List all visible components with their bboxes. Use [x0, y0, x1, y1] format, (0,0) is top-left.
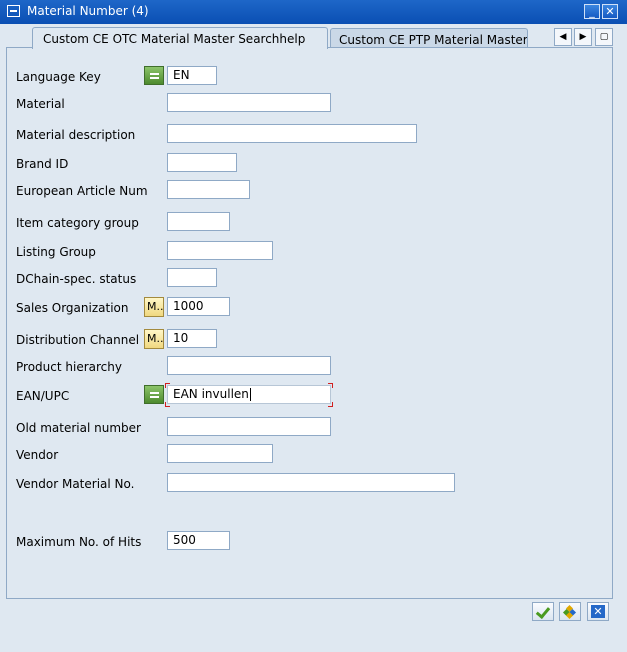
execute-button[interactable] [532, 602, 554, 621]
tab-otc-material-master[interactable]: Custom CE OTC Material Master Searchhelp [32, 27, 328, 49]
multiple-selection-icon [562, 604, 577, 620]
equals-option-button-ean[interactable] [144, 385, 164, 404]
tab-scroll-left-button[interactable]: ◀ [554, 28, 572, 46]
brand-id-input[interactable] [167, 153, 237, 172]
item-category-group-label: Item category group [16, 216, 139, 230]
listing-group-label: Listing Group [16, 245, 96, 259]
close-button[interactable]: ✕ [602, 4, 618, 19]
checkmark-icon [535, 603, 551, 620]
distribution-channel-label: Distribution Channel [16, 333, 140, 347]
material-description-label: Material description [16, 128, 136, 142]
dialog-window: Custom CE OTC Material Master Searchhelp… [0, 24, 627, 652]
ean-upc-label: EAN/UPC [16, 389, 70, 403]
multiple-selection-button[interactable] [559, 602, 581, 621]
ean-upc-input[interactable]: EAN invullen [167, 385, 331, 404]
product-hierarchy-input[interactable] [167, 356, 331, 375]
dchain-status-label: DChain-spec. status [16, 272, 137, 286]
focus-corner-bl [165, 402, 170, 407]
brand-id-label: Brand ID [16, 157, 69, 171]
max-hits-input[interactable]: 500 [167, 531, 230, 550]
material-description-input[interactable] [167, 124, 417, 143]
old-material-number-input[interactable] [167, 417, 331, 436]
equals-option-button[interactable] [144, 66, 164, 85]
product-hierarchy-label: Product hierarchy [16, 360, 122, 374]
title-bar: Material Number (4) _ ✕ [0, 0, 627, 24]
cancel-button[interactable]: ✕ [587, 602, 609, 621]
focus-corner-tl [165, 383, 170, 388]
old-material-number-label: Old material number [16, 421, 141, 435]
vendor-material-no-label: Vendor Material No. [16, 477, 135, 491]
language-key-label: Language Key [16, 70, 101, 84]
listing-group-input[interactable] [167, 241, 273, 260]
tab-list-button[interactable]: ▢ [595, 28, 613, 46]
sales-organization-label: Sales Organization [16, 301, 129, 315]
distribution-channel-multiple-selection-button[interactable]: M... [144, 329, 164, 349]
material-label: Material [16, 97, 65, 111]
focus-corner-tr [328, 383, 333, 388]
window-title: Material Number (4) [27, 4, 149, 18]
material-input[interactable] [167, 93, 331, 112]
sales-organization-multiple-selection-button[interactable]: M... [144, 297, 164, 317]
vendor-material-no-input[interactable] [167, 473, 455, 492]
minimize-button[interactable]: _ [584, 4, 600, 19]
sales-organization-input[interactable]: 1000 [167, 297, 230, 316]
vendor-label: Vendor [16, 448, 59, 462]
european-article-num-input[interactable] [167, 180, 250, 199]
european-article-num-label: European Article Num [16, 184, 148, 198]
tab-scroll-right-button[interactable]: ▶ [574, 28, 592, 46]
distribution-channel-input[interactable]: 10 [167, 329, 217, 348]
window-icon [7, 5, 20, 17]
focus-corner-br [328, 402, 333, 407]
cancel-icon: ✕ [591, 605, 605, 618]
dchain-status-input[interactable] [167, 268, 217, 287]
ean-upc-value: EAN invullen [173, 387, 249, 401]
max-hits-label: Maximum No. of Hits [16, 535, 142, 549]
language-key-input[interactable]: EN [167, 66, 217, 85]
text-cursor [249, 388, 251, 401]
vendor-input[interactable] [167, 444, 273, 463]
item-category-group-input[interactable] [167, 212, 230, 231]
